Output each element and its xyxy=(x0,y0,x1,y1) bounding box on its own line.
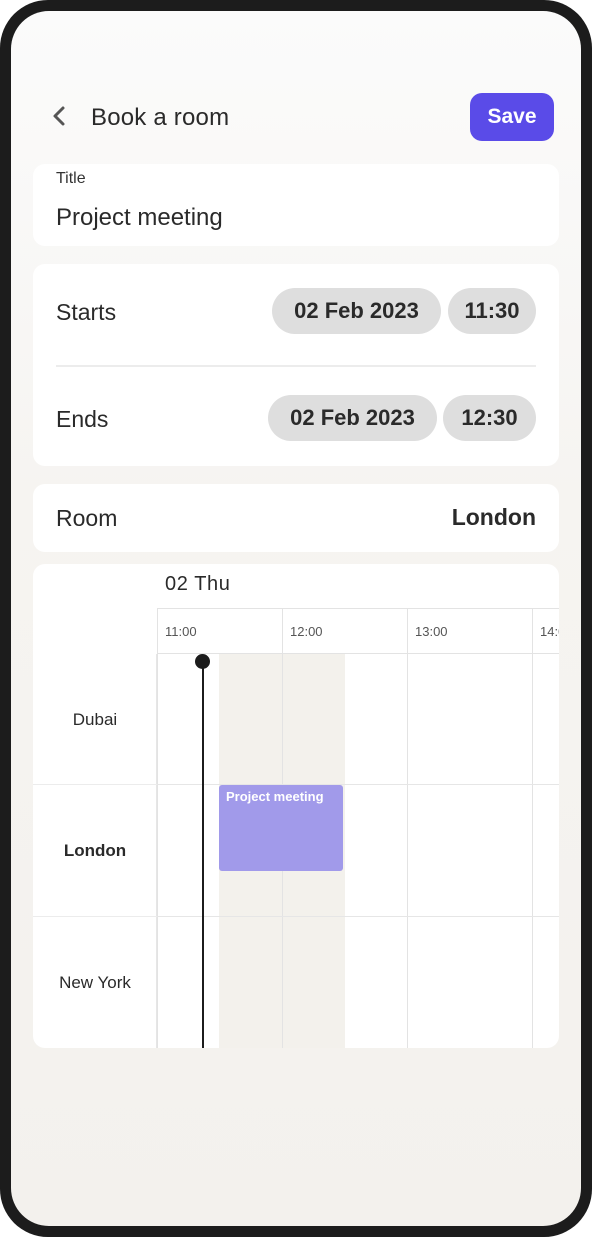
time-axis-line xyxy=(407,609,408,653)
grid-column-line xyxy=(407,654,408,1048)
room-row-london[interactable]: London xyxy=(33,785,157,916)
title-field-label: Title xyxy=(56,170,86,187)
grid-column-line xyxy=(157,654,158,1048)
phone-frame: Book a room Save Title Starts 02 Feb 202… xyxy=(0,0,592,1237)
time-tick: 14:00 xyxy=(540,624,559,639)
time-card: Starts 02 Feb 2023 11:30 Ends 02 Feb 202… xyxy=(33,264,559,466)
grid-row-line xyxy=(157,784,559,785)
time-axis-line xyxy=(157,609,158,653)
current-time-dot xyxy=(195,654,210,669)
chevron-left-icon xyxy=(50,105,68,132)
time-axis-line xyxy=(532,609,533,653)
time-axis: 11:00 12:00 13:00 14:00 xyxy=(157,608,559,654)
starts-date-pill[interactable]: 02 Feb 2023 xyxy=(272,288,441,334)
save-button[interactable]: Save xyxy=(470,93,554,141)
page-title: Book a room xyxy=(91,104,230,131)
grid-row-line xyxy=(157,916,559,917)
time-tick: 11:00 xyxy=(165,624,197,639)
grid-column-line xyxy=(532,654,533,1048)
scheduler-grid: 11:00 12:00 13:00 14:00 Project meeting xyxy=(157,608,559,1048)
room-card[interactable]: Room London xyxy=(33,484,559,552)
title-input[interactable] xyxy=(56,204,526,232)
title-card: Title xyxy=(33,164,559,246)
event-title: Project meeting xyxy=(226,789,324,804)
ends-time-pill[interactable]: 12:30 xyxy=(443,395,536,441)
starts-label: Starts xyxy=(56,299,117,325)
room-label: Room xyxy=(56,505,118,531)
room-value[interactable]: London xyxy=(452,504,536,531)
time-axis-line xyxy=(282,609,283,653)
scheduler-body: Project meeting xyxy=(157,654,559,1048)
rooms-column: Dubai London New York xyxy=(33,654,157,1048)
room-row-new-york[interactable]: New York xyxy=(33,917,157,1048)
room-row-dubai[interactable]: Dubai xyxy=(33,654,157,785)
starts-time-pill[interactable]: 11:30 xyxy=(448,288,536,334)
app-screen: Book a room Save Title Starts 02 Feb 202… xyxy=(11,11,581,1226)
time-divider xyxy=(56,365,536,367)
back-button[interactable] xyxy=(44,103,74,133)
event-block[interactable]: Project meeting xyxy=(219,785,343,871)
scheduler-day-label: 02 Thu xyxy=(165,573,231,595)
room-scheduler: 02 Thu 11:00 12:00 13:00 14:00 xyxy=(33,564,559,1048)
time-tick: 13:00 xyxy=(415,624,448,639)
current-time-line xyxy=(202,660,204,1048)
ends-date-pill[interactable]: 02 Feb 2023 xyxy=(268,395,437,441)
ends-label: Ends xyxy=(56,406,109,432)
time-tick: 12:00 xyxy=(290,624,323,639)
